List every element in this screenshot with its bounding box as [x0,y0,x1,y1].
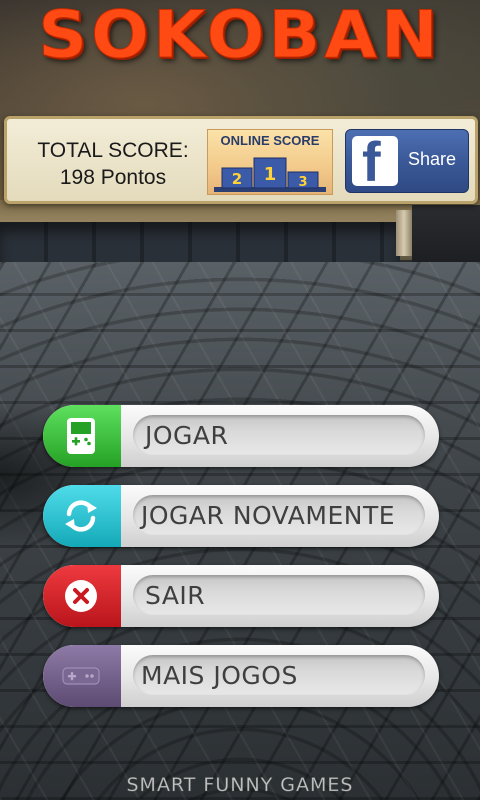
total-score: TOTAL SCORE: 198 Pontos [23,137,203,191]
facebook-logo-letter: f [362,130,381,193]
exit-button[interactable]: SAIR [43,565,439,627]
play-button[interactable]: JOGAR [43,405,439,467]
exit-icon-cap [43,565,121,627]
more-games-icon-cap [43,645,121,707]
total-score-value: 198 Pontos [59,166,167,189]
podium-icon: 2 1 3 [214,157,326,192]
play-icon-cap [43,405,121,467]
close-icon [65,580,97,612]
facebook-share-button[interactable]: f Share [345,129,469,193]
controller-icon [62,667,100,685]
facebook-icon: f [352,134,398,190]
more-games-label-field: MAIS JOGOS [133,655,425,695]
play-again-button[interactable]: JOGAR NOVAMENTE [43,485,439,547]
play-again-label: JOGAR NOVAMENTE [141,501,396,530]
play-again-label-field: JOGAR NOVAMENTE [133,495,425,535]
game-title: SOKOBAN [38,0,442,74]
more-games-label: MAIS JOGOS [141,661,298,690]
online-score-button[interactable]: ONLINE SCORE 2 1 3 [207,129,333,195]
score-panel: TOTAL SCORE: 198 Pontos ONLINE SCORE 2 1… [4,116,478,204]
play-label-field: JOGAR [133,415,425,455]
refresh-icon [65,500,97,532]
play-label: JOGAR [145,421,229,450]
background-wall-right [412,205,480,265]
podium-place-second: 2 [232,170,242,188]
more-games-button[interactable]: MAIS JOGOS [43,645,439,707]
podium-place-third: 3 [298,175,307,190]
total-score-label: TOTAL SCORE: [37,139,189,162]
exit-label: SAIR [145,581,206,610]
developer-footer: SMART FUNNY GAMES [126,774,354,797]
facebook-share-label: Share [408,149,457,169]
exit-label-field: SAIR [133,575,425,615]
play-again-icon-cap [43,485,121,547]
online-score-label: ONLINE SCORE [220,133,320,148]
background-post [396,210,412,256]
gamepad-handheld-icon [67,418,95,454]
podium-place-first: 1 [264,164,277,185]
